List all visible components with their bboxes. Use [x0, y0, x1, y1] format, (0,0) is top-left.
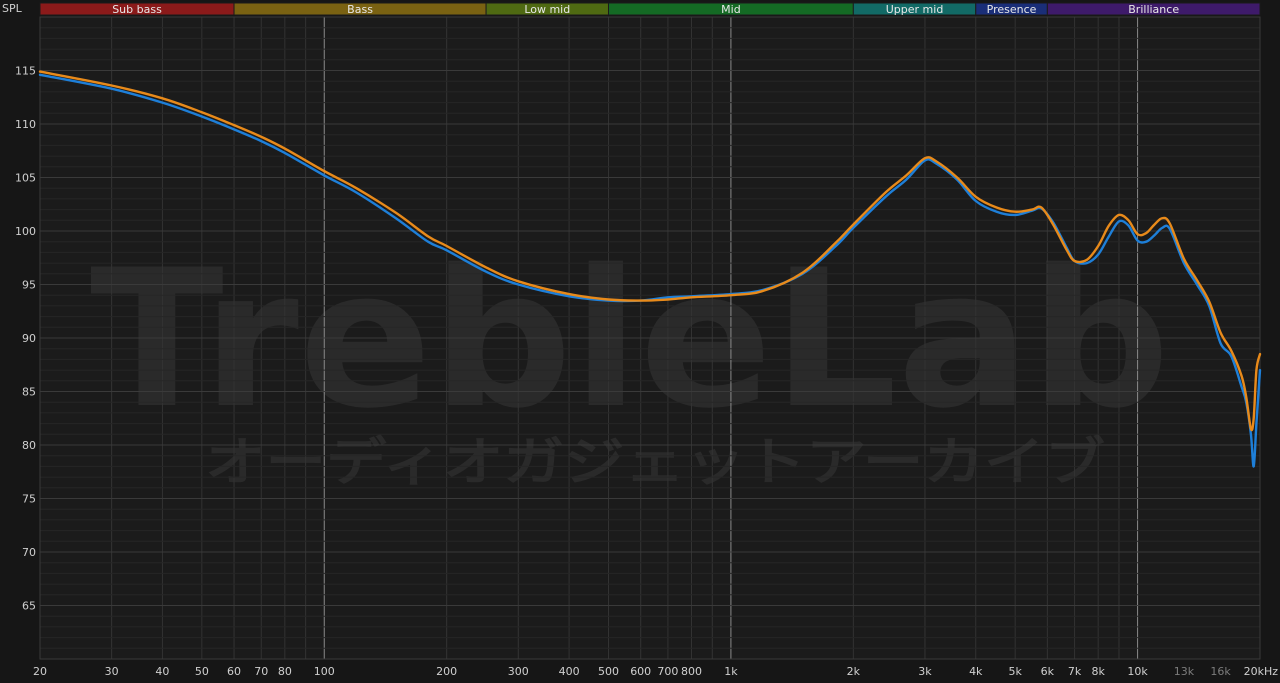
x-tick-label: 400 — [559, 665, 580, 678]
x-tick-label: 30 — [105, 665, 119, 678]
y-axis-title: SPL — [2, 2, 23, 15]
band-label: Brilliance — [1128, 3, 1179, 16]
y-tick-label: 115 — [15, 65, 36, 78]
x-tick-label: 3k — [918, 665, 932, 678]
x-tick-label: 100 — [314, 665, 335, 678]
y-tick-label: 85 — [22, 386, 36, 399]
band-label: Mid — [721, 3, 741, 16]
frequency-bands: Sub bass Bass Low mid Mid Upper mid Presence B… — [39, 2, 1261, 16]
x-tick-label: 700 — [657, 665, 678, 678]
x-tick-label: 20kHz — [1244, 665, 1279, 678]
x-tick-label: 16k — [1210, 665, 1231, 678]
x-tick-label: 800 — [681, 665, 702, 678]
frequency-response-chart: TrebleLab オーディオガジェットアーカイブ Sub bass Bass Lo… — [2, 2, 1278, 678]
y-tick-label: 75 — [22, 493, 36, 506]
x-tick-label: 8k — [1091, 665, 1105, 678]
x-tick-label: 1k — [724, 665, 738, 678]
y-tick-label: 100 — [15, 225, 36, 238]
x-tick-label: 7k — [1068, 665, 1082, 678]
y-axis-ticks: 65 70 75 80 85 90 95 100 105 110 115 — [15, 65, 36, 613]
band-label: Bass — [347, 3, 373, 16]
band-label: Presence — [987, 3, 1037, 16]
y-tick-label: 110 — [15, 118, 36, 131]
x-tick-label: 80 — [278, 665, 292, 678]
x-tick-label: 200 — [436, 665, 457, 678]
x-tick-label: 40 — [155, 665, 169, 678]
svg-text:オーディオガジェットアーカイブ: オーディオガジェットアーカイブ — [205, 433, 1105, 493]
x-tick-label: 50 — [195, 665, 209, 678]
x-tick-label: 5k — [1008, 665, 1022, 678]
svg-text:TrebleLab: TrebleLab — [90, 229, 1170, 450]
x-tick-label: 4k — [969, 665, 983, 678]
x-tick-label: 20 — [33, 665, 47, 678]
y-tick-label: 80 — [22, 439, 36, 452]
y-tick-label: 95 — [22, 279, 36, 292]
x-tick-label: 10k — [1127, 665, 1148, 678]
watermark-logo: TrebleLab オーディオガジェットアーカイブ — [90, 229, 1170, 493]
x-tick-label: 70 — [254, 665, 268, 678]
y-tick-label: 90 — [22, 332, 36, 345]
band-label: Sub bass — [112, 3, 162, 16]
x-tick-label: 13k — [1174, 665, 1195, 678]
grid — [39, 16, 1261, 660]
band-label: Upper mid — [886, 3, 944, 16]
x-tick-label: 60 — [227, 665, 241, 678]
y-tick-label: 65 — [22, 600, 36, 613]
x-tick-label: 2k — [847, 665, 861, 678]
x-tick-label: 300 — [508, 665, 529, 678]
y-tick-label: 70 — [22, 546, 36, 559]
y-tick-label: 105 — [15, 172, 36, 185]
band-label: Low mid — [524, 3, 570, 16]
x-axis-ticks: 20 30 40 50 60 70 80 100 200 300 400 500 600 700 800 1k… — [33, 665, 1278, 678]
x-tick-label: 6k — [1041, 665, 1055, 678]
x-tick-label: 500 — [598, 665, 619, 678]
x-tick-label: 600 — [630, 665, 651, 678]
